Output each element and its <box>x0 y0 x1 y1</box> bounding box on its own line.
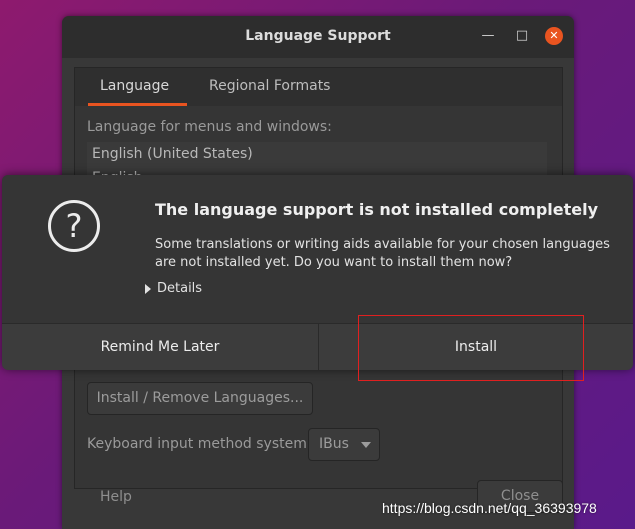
keyboard-input-value: IBus <box>319 436 349 452</box>
list-item[interactable]: English (United States) <box>87 142 547 166</box>
maximize-icon[interactable]: □ <box>512 26 532 46</box>
keyboard-input-select[interactable]: IBus <box>308 428 380 461</box>
expander-arrow-icon <box>145 283 151 294</box>
dialog-message: Some translations or writing aids availa… <box>155 237 610 270</box>
dialog-title: The language support is not installed co… <box>155 200 599 219</box>
question-icon: ? <box>48 200 100 252</box>
keyboard-input-label: Keyboard input method system: <box>87 436 312 452</box>
remind-me-later-button[interactable]: Remind Me Later <box>2 324 319 370</box>
tab-bar: Language Regional Formats <box>75 68 562 106</box>
install-remove-languages-button[interactable]: Install / Remove Languages... <box>87 382 313 415</box>
details-expander[interactable]: Details <box>145 281 202 296</box>
close-icon[interactable]: ✕ <box>545 27 563 45</box>
watermark: https://blog.csdn.net/qq_36393978 <box>382 500 597 516</box>
language-label: Language for menus and windows: <box>87 119 332 135</box>
minimize-icon[interactable]: — <box>478 26 498 46</box>
tab-regional-formats[interactable]: Regional Formats <box>209 78 330 94</box>
help-button[interactable]: Help <box>100 489 132 505</box>
titlebar: Language Support — □ ✕ <box>62 16 574 58</box>
chevron-down-icon <box>361 442 371 448</box>
details-label: Details <box>157 281 203 296</box>
annotation-highlight-box <box>358 315 584 381</box>
tab-language[interactable]: Language <box>87 78 188 106</box>
